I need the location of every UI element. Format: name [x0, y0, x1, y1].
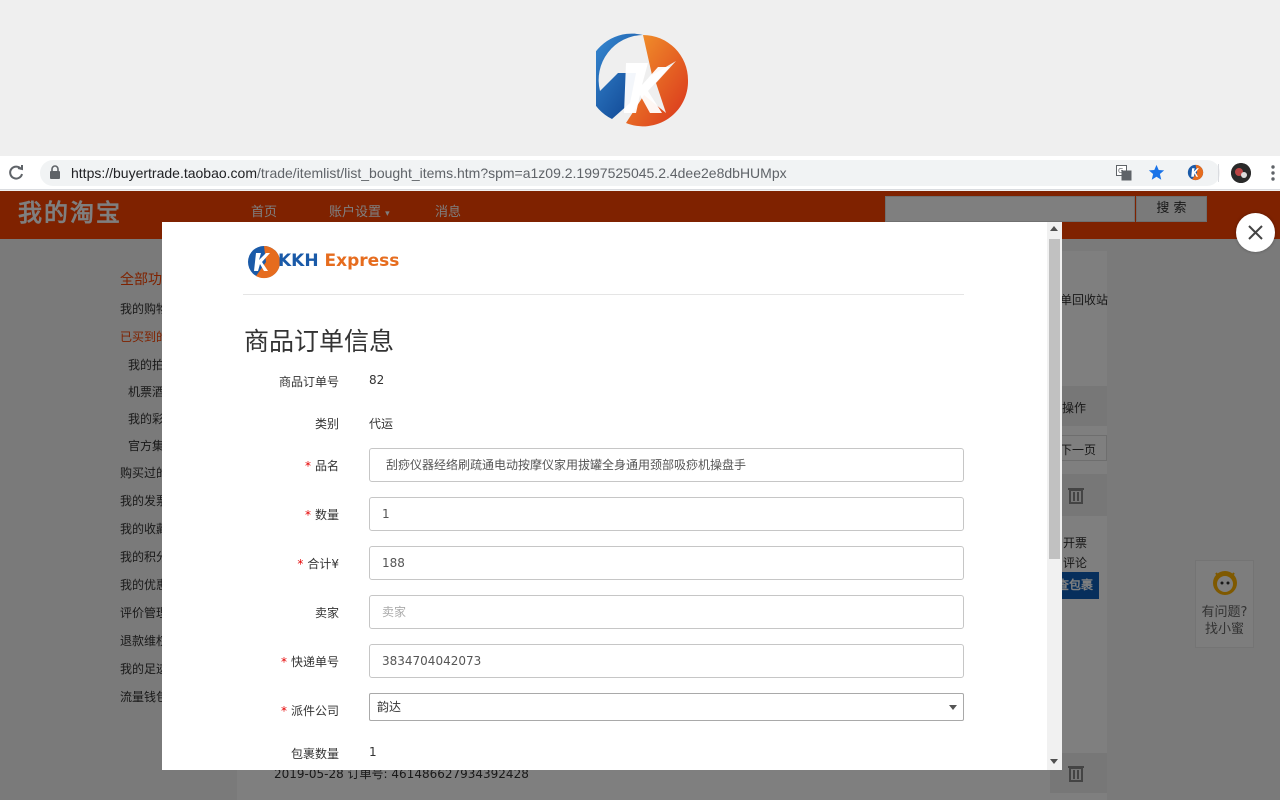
modal-scrollbar[interactable]	[1047, 222, 1062, 770]
order-no-label: 商品订单号	[278, 375, 339, 389]
tracking-no-label: * 快递单号	[162, 653, 339, 670]
seller-input[interactable]: 卖家	[369, 595, 964, 629]
quantity-label-text: 数量	[314, 508, 339, 522]
kkh-logo-icon	[596, 33, 689, 127]
courier-label-text: 派件公司	[290, 704, 339, 718]
product-label: * 品名	[162, 457, 339, 474]
splash-area	[0, 0, 1280, 156]
package-count-label: 包裹数量	[290, 747, 339, 761]
total-label: * 合计¥	[162, 555, 339, 572]
order-info-modal: KKH Express 商品订单信息 商品订单号 82 类别 代运 * 品名 刮痧…	[162, 222, 1062, 770]
quantity-input[interactable]: 1	[369, 497, 964, 531]
total-label-text: 合计¥	[307, 557, 339, 571]
brand-kkh: KKH	[278, 251, 319, 271]
total-input[interactable]: 188	[369, 546, 964, 580]
bookmark-star-icon[interactable]	[1148, 164, 1165, 181]
required-mark: *	[304, 508, 311, 522]
scroll-down-arrow-icon[interactable]	[1050, 759, 1058, 764]
tracking-no-label-text: 快递单号	[290, 655, 339, 669]
scroll-up-arrow-icon[interactable]	[1050, 226, 1058, 231]
close-modal-button[interactable]	[1236, 213, 1275, 252]
svg-text:G: G	[1118, 167, 1123, 175]
package-count-value: 1	[369, 745, 377, 759]
tracking-no-input[interactable]: 3834704042073	[369, 644, 964, 678]
required-mark: *	[280, 704, 287, 718]
required-mark: *	[280, 655, 287, 669]
brand-name: KKH Express	[278, 251, 399, 271]
quantity-label: * 数量	[162, 506, 339, 523]
scroll-thumb[interactable]	[1049, 239, 1060, 559]
courier-label: * 派件公司	[162, 702, 339, 719]
required-mark: *	[304, 459, 311, 473]
more-menu-icon[interactable]	[1266, 164, 1280, 182]
toolbar-divider	[1218, 164, 1219, 182]
url-text[interactable]: https://buyertrade.taobao.com/trade/item…	[71, 165, 787, 181]
browser-toolbar: https://buyertrade.taobao.com/trade/item…	[0, 156, 1280, 190]
translate-icon[interactable]: G	[1116, 165, 1132, 181]
url-host: https://buyertrade.taobao.com	[71, 165, 257, 181]
kkh-extension-icon[interactable]	[1187, 164, 1204, 181]
product-name-input[interactable]: 刮痧仪器经络刷疏通电动按摩仪家用拔罐全身通用颈部吸痧机操盘手	[369, 448, 964, 482]
kkh-brand-logo-icon	[248, 246, 281, 279]
lock-icon[interactable]	[49, 165, 61, 179]
required-mark: *	[297, 557, 304, 571]
category-label: 类别	[314, 417, 339, 431]
product-label-text: 品名	[314, 459, 339, 473]
category-value: 代运	[369, 417, 394, 431]
profile-avatar-icon[interactable]	[1231, 163, 1251, 183]
seller-label: 卖家	[314, 606, 339, 620]
courier-selected-value: 韵达	[377, 700, 402, 714]
courier-select[interactable]: 韵达	[369, 693, 964, 721]
order-no-value: 82	[369, 373, 385, 387]
url-path: /trade/itemlist/list_bought_items.htm?sp…	[257, 165, 787, 181]
brand-express: Express	[324, 251, 400, 271]
form-title: 商品订单信息	[244, 327, 395, 356]
header-divider	[243, 294, 964, 295]
reload-icon[interactable]	[6, 163, 26, 183]
close-icon	[1248, 225, 1263, 240]
chevron-down-icon	[949, 705, 957, 710]
